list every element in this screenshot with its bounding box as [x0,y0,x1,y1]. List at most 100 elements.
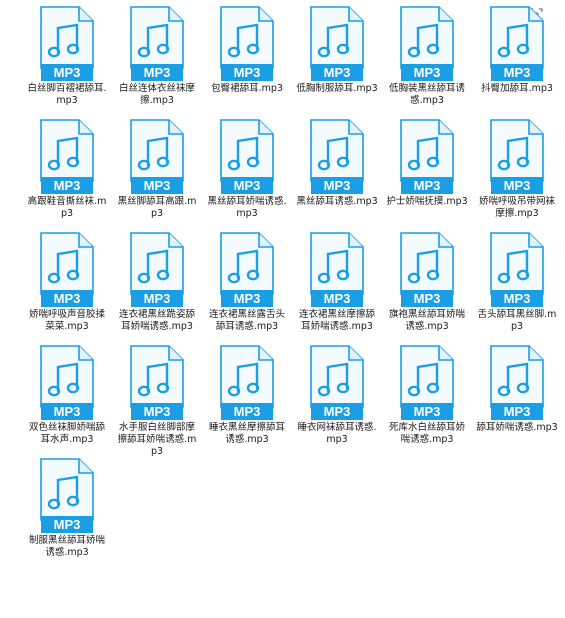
file-item[interactable]: MP3 白丝连体衣丝袜摩擦.mp3 [112,6,202,119]
file-name: 舔耳娇喘诱惑.mp3 [476,422,558,433]
file-item[interactable]: MP3 包臀裙舔耳.mp3 [202,6,292,119]
mp3-label: MP3 [414,291,441,306]
mp3-label: MP3 [414,178,441,193]
file-name: 连衣裙黑丝摩擦舔耳娇喘诱惑.mp3 [298,309,375,332]
file-item[interactable]: MP3 水手服白丝脚部摩擦舔耳娇喘诱惑.mp3 [112,345,202,458]
mp3-file-icon: MP3 [130,6,184,81]
mp3-file-icon: MP3 [40,345,94,420]
file-name: 死库水白丝舔耳娇喘诱惑.mp3 [388,422,465,445]
mp3-label: MP3 [324,404,351,419]
mp3-file-icon: MP3 [310,6,364,81]
file-item[interactable]: MP3 舔耳娇喘诱惑.mp3 [472,345,562,458]
mp3-label: MP3 [234,291,261,306]
file-item[interactable]: MP3 白丝脚百褶裙舔耳.mp3 [22,6,112,119]
mp3-label: MP3 [504,65,531,80]
mp3-file-icon: MP3 [40,458,94,533]
mp3-file-icon: MP3 [490,345,544,420]
mp3-file-icon: MP3 [400,345,454,420]
file-item[interactable]: MP3 死库水白丝舔耳娇喘诱惑.mp3 [382,345,472,458]
file-name: 高跟鞋音撕丝袜.mp3 [27,196,107,219]
file-item[interactable]: MP3 抖臀加舔耳.mp3 [472,6,562,119]
mp3-file-icon: MP3 [310,119,364,194]
file-name: 旗袍黑丝舔耳娇喘诱惑.mp3 [388,309,465,332]
file-name: 黑丝舔耳娇喘诱惑.mp3 [207,196,287,219]
mp3-file-icon: MP3 [400,6,454,81]
mp3-label: MP3 [414,65,441,80]
mp3-label: MP3 [54,291,81,306]
mp3-file-icon: MP3 [220,345,274,420]
mp3-label: MP3 [414,404,441,419]
file-name: 黑丝舔耳诱惑.mp3 [296,196,378,207]
file-item[interactable]: MP3 娇喘呼吸声音胶揉菜菜.mp3 [22,232,112,345]
mp3-label: MP3 [54,65,81,80]
mp3-label: MP3 [324,178,351,193]
mp3-file-icon: MP3 [220,119,274,194]
mp3-file-icon: MP3 [400,119,454,194]
file-item[interactable]: MP3 黑丝舔耳诱惑.mp3 [292,119,382,232]
mp3-label: MP3 [144,178,171,193]
mp3-label: MP3 [504,178,531,193]
file-name: 娇喘呼吸声音胶揉菜菜.mp3 [28,309,105,332]
mp3-file-icon: MP3 [40,232,94,307]
mp3-file-icon: MP3 [40,6,94,81]
file-name: 低胸装黑丝舔耳诱惑.mp3 [388,83,465,106]
file-name: 白丝连体衣丝袜摩擦.mp3 [118,83,195,106]
mp3-file-icon: MP3 [220,232,274,307]
mp3-label: MP3 [504,404,531,419]
mp3-label: MP3 [324,65,351,80]
file-name: 白丝脚百褶裙舔耳.mp3 [27,83,107,106]
file-name: 娇喘呼吸吊带网袜摩擦.mp3 [478,196,555,219]
mp3-file-icon: MP3 [130,345,184,420]
file-name: 护士娇喘抚摸.mp3 [386,196,468,207]
file-item[interactable]: MP3 连衣裙黑丝露舌头舔耳诱惑.mp3 [202,232,292,345]
file-name: 睡衣黑丝摩擦舔耳诱惑.mp3 [208,422,285,445]
file-item[interactable]: MP3 旗袍黑丝舔耳娇喘诱惑.mp3 [382,232,472,345]
mp3-label: MP3 [234,404,261,419]
mp3-label: MP3 [234,178,261,193]
mp3-label: MP3 [504,291,531,306]
file-item[interactable]: MP3 黑丝舔耳娇喘诱惑.mp3 [202,119,292,232]
file-name: 包臀裙舔耳.mp3 [211,83,283,94]
mp3-file-icon: MP3 [400,232,454,307]
file-item[interactable]: MP3 连衣裙黑丝摩擦舔耳娇喘诱惑.mp3 [292,232,382,345]
mp3-file-icon: MP3 [490,6,544,81]
mp3-file-icon: MP3 [220,6,274,81]
file-item[interactable]: MP3 睡衣网袜舔耳诱惑.mp3 [292,345,382,458]
file-item[interactable]: MP3 低胸制服舔耳.mp3 [292,6,382,119]
mp3-file-icon: MP3 [490,119,544,194]
mp3-label: MP3 [234,65,261,80]
mp3-file-icon: MP3 [40,119,94,194]
mp3-label: MP3 [54,178,81,193]
mp3-file-icon: MP3 [130,232,184,307]
file-name: 制服黑丝舔耳娇喘诱惑.mp3 [28,535,105,558]
file-name: 舌头舔耳黑丝脚.mp3 [477,309,557,332]
file-name: 连衣裙黑丝露舌头舔耳诱惑.mp3 [208,309,285,332]
mp3-file-icon: MP3 [490,232,544,307]
mp3-label: MP3 [144,65,171,80]
mp3-file-icon: MP3 [310,345,364,420]
mp3-file-icon: MP3 [310,232,364,307]
file-item[interactable]: MP3 娇喘呼吸吊带网袜摩擦.mp3 [472,119,562,232]
file-name: 低胸制服舔耳.mp3 [296,83,378,94]
file-item[interactable]: MP3 低胸装黑丝舔耳诱惑.mp3 [382,6,472,119]
file-item[interactable]: MP3 制服黑丝舔耳娇喘诱惑.mp3 [22,458,112,571]
mp3-label: MP3 [54,517,81,532]
mp3-file-icon: MP3 [130,119,184,194]
mp3-label: MP3 [144,291,171,306]
file-name: 水手服白丝脚部摩擦舔耳娇喘诱惑.mp3 [117,422,197,457]
file-name: 睡衣网袜舔耳诱惑.mp3 [297,422,377,445]
mp3-label: MP3 [324,291,351,306]
file-explorer-view: MP3 白丝脚百褶裙舔耳.mp3 MP3 白丝连体衣丝袜摩擦.mp3 MP3 包… [0,0,565,618]
file-name: 连衣裙黑丝跪姿舔耳娇喘诱惑.mp3 [118,309,195,332]
file-item[interactable]: MP3 连衣裙黑丝跪姿舔耳娇喘诱惑.mp3 [112,232,202,345]
file-item[interactable]: MP3 黑丝脚舔耳高跟.mp3 [112,119,202,232]
file-item[interactable]: MP3 睡衣黑丝摩擦舔耳诱惑.mp3 [202,345,292,458]
file-item[interactable]: MP3 双色丝袜脚娇喘舔耳水声.mp3 [22,345,112,458]
file-item[interactable]: MP3 护士娇喘抚摸.mp3 [382,119,472,232]
file-name: 双色丝袜脚娇喘舔耳水声.mp3 [28,422,105,445]
file-name: 抖臀加舔耳.mp3 [481,83,553,94]
file-name: 黑丝脚舔耳高跟.mp3 [117,196,197,219]
mp3-label: MP3 [54,404,81,419]
file-item[interactable]: MP3 高跟鞋音撕丝袜.mp3 [22,119,112,232]
file-item[interactable]: MP3 舌头舔耳黑丝脚.mp3 [472,232,562,345]
